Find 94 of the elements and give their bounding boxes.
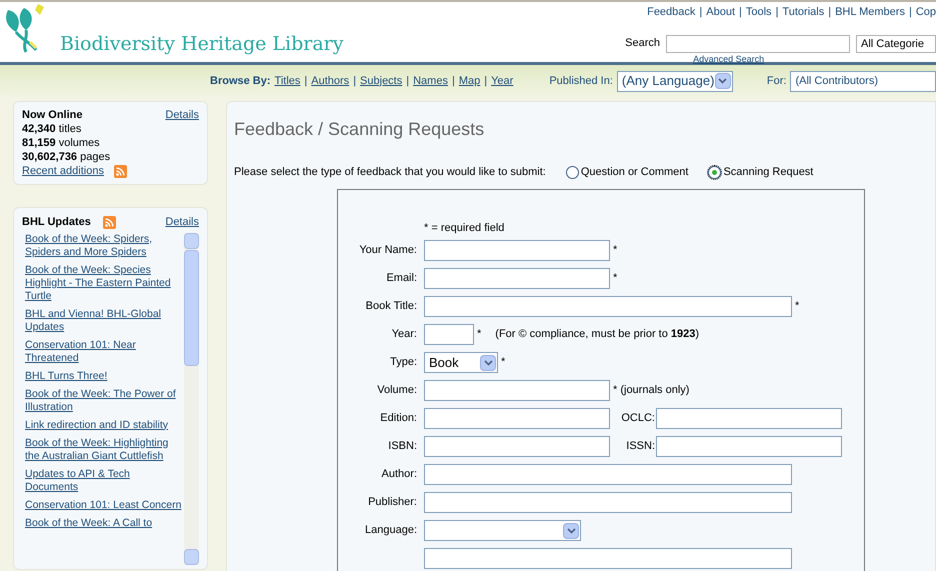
link-separator: | xyxy=(484,74,488,89)
input-field[interactable] xyxy=(656,436,842,457)
link-separator: | xyxy=(739,5,742,20)
details-link[interactable]: Details xyxy=(165,108,199,122)
for-label: For: xyxy=(766,74,786,89)
field-label: ISBN: xyxy=(388,440,417,452)
input-field[interactable] xyxy=(424,268,610,289)
category-select[interactable]: All Categorie xyxy=(856,34,936,52)
field-label: OCLC: xyxy=(620,411,655,426)
field-label: Year: xyxy=(392,328,417,340)
radio-button[interactable] xyxy=(708,166,722,179)
contributor-select[interactable]: (All Contributors) xyxy=(790,70,936,92)
stat-line: 81,159 volumes xyxy=(22,136,101,150)
field-label: Volume: xyxy=(377,384,417,396)
link-separator: | xyxy=(304,74,308,89)
update-link[interactable]: Link redirection and ID stability xyxy=(25,418,182,432)
language-select[interactable]: (Any Language) xyxy=(616,70,733,92)
top-link[interactable]: About xyxy=(706,4,736,20)
feedback-type-prompt: Please select the type of feedback that you would like to submit: xyxy=(234,165,546,180)
field-label: Author: xyxy=(382,468,417,480)
dropdown-select[interactable]: Book xyxy=(424,352,498,373)
update-link[interactable]: BHL Turns Three! xyxy=(25,370,182,382)
radio-button[interactable] xyxy=(566,166,579,179)
update-link[interactable]: BHL and Vienna! BHL-Global Updates xyxy=(25,308,182,334)
browse-link[interactable]: Map xyxy=(458,72,480,90)
browse-link[interactable]: Year xyxy=(491,72,514,90)
browse-by-label: Browse By: xyxy=(210,74,271,89)
link-separator: | xyxy=(353,74,356,89)
link-separator: | xyxy=(828,5,832,20)
top-link[interactable]: BHL Members xyxy=(835,4,905,20)
radio-option[interactable]: Scanning Request xyxy=(708,164,814,180)
input-field[interactable] xyxy=(424,464,792,485)
input-field[interactable] xyxy=(424,380,610,401)
field-label: Language: xyxy=(365,524,417,536)
required-marker: * (journals only) xyxy=(613,383,690,398)
year-note: (For © compliance, must be prior to 1923) xyxy=(495,327,700,342)
scrollbar[interactable] xyxy=(184,232,199,564)
top-link[interactable]: Tools xyxy=(746,4,772,20)
link-separator: | xyxy=(452,74,455,89)
page-title: Feedback / Scanning Requests xyxy=(234,118,486,140)
required-marker: * xyxy=(477,327,482,342)
field-label: ISSN: xyxy=(625,439,655,454)
browse-link[interactable]: Titles xyxy=(274,72,300,90)
update-link[interactable]: Book of the Week: Species Highlight - The Eastern Painted Turtle xyxy=(25,264,182,302)
top-link[interactable]: Cop xyxy=(916,4,936,20)
published-in-label: Published In: xyxy=(549,74,613,89)
card-title: Now Online xyxy=(22,108,82,122)
update-link[interactable]: Conservation 101: Least Concern xyxy=(25,498,182,512)
link-separator: | xyxy=(908,5,912,20)
input-field[interactable] xyxy=(424,492,792,513)
top-link[interactable]: Tutorials xyxy=(782,4,824,20)
input-field[interactable] xyxy=(424,324,474,345)
details-link[interactable]: Details xyxy=(165,214,199,230)
search-label: Search xyxy=(625,36,660,52)
top-link[interactable]: Feedback xyxy=(647,4,696,20)
rss-icon[interactable] xyxy=(114,164,127,178)
input-field[interactable] xyxy=(424,240,610,261)
input-field[interactable] xyxy=(424,296,792,317)
update-link[interactable]: Book of the Week: Spiders, Spiders and More Spiders xyxy=(25,232,182,258)
search-field[interactable] xyxy=(666,34,850,52)
update-link[interactable]: Book of the Week: A Call to xyxy=(25,516,182,530)
input-field[interactable] xyxy=(656,408,842,429)
update-link[interactable]: Book of the Week: The Power of Illustration xyxy=(25,388,182,414)
field-label: Email: xyxy=(386,272,417,284)
field-label: Your Name: xyxy=(359,244,417,256)
field-label: Type: xyxy=(390,356,417,368)
link-separator: | xyxy=(699,5,702,20)
recent-additions-link[interactable]: Recent additions xyxy=(22,164,104,178)
required-marker: * xyxy=(501,355,506,370)
field-label: Publisher: xyxy=(368,496,417,508)
dropdown-select[interactable] xyxy=(424,520,581,541)
field-label: Book Title: xyxy=(366,300,417,312)
input-field[interactable] xyxy=(424,408,610,429)
link-separator: | xyxy=(406,74,410,89)
required-marker: * xyxy=(795,299,800,314)
advanced-search-link[interactable]: Advanced Search xyxy=(693,52,764,66)
link-separator: | xyxy=(776,5,778,20)
update-link[interactable]: Conservation 101: Near Threatened xyxy=(25,338,182,364)
browse-link[interactable]: Subjects xyxy=(360,72,402,90)
browse-link[interactable]: Names xyxy=(413,72,448,90)
stat-line: 30,602,736 pages xyxy=(22,150,112,164)
browse-link[interactable]: Authors xyxy=(311,72,350,90)
required-marker: * xyxy=(613,243,618,258)
input-field[interactable] xyxy=(424,436,610,457)
update-link[interactable]: Book of the Week: Highlighting the Australian Giant Cuttlefish xyxy=(25,436,182,462)
stat-line: 42,340 titles xyxy=(22,122,82,136)
required-field-note: * = required field xyxy=(424,220,504,236)
update-link[interactable]: Updates to API & Tech Documents xyxy=(25,468,182,494)
required-marker: * xyxy=(613,271,618,286)
input-field[interactable] xyxy=(424,548,792,569)
radio-option[interactable]: Question or Comment xyxy=(566,164,688,180)
rss-icon[interactable] xyxy=(102,216,116,229)
card-title: BHL Updates xyxy=(22,215,91,230)
field-label: Edition: xyxy=(380,412,417,424)
